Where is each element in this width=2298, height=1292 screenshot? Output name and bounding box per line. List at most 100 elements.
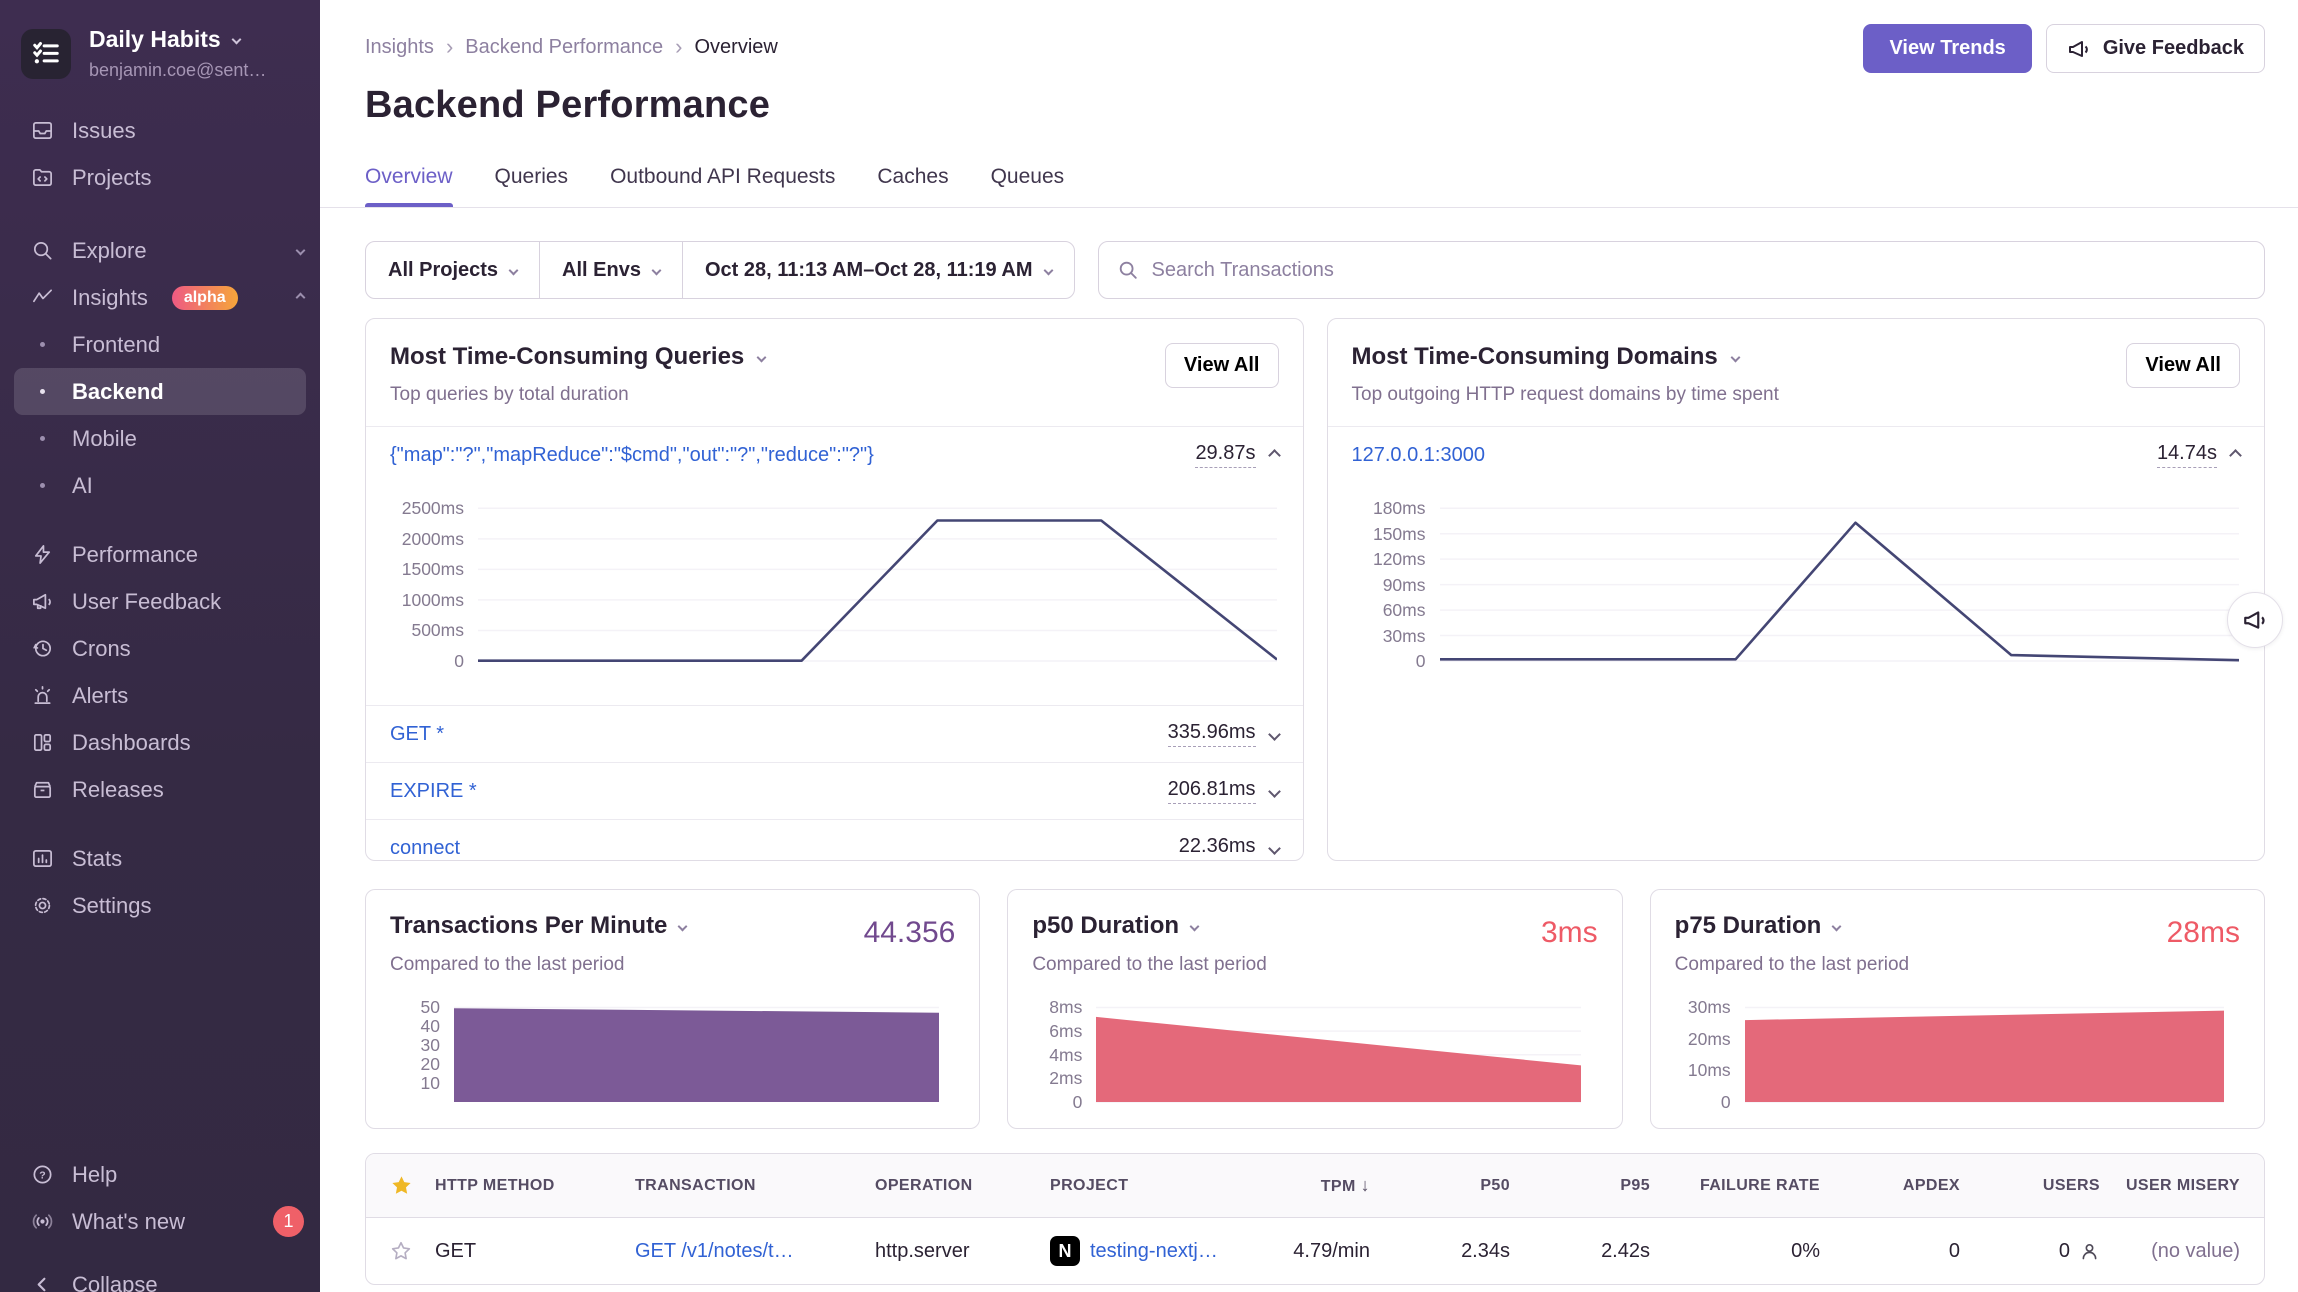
give-feedback-button[interactable]: Give Feedback: [2046, 24, 2265, 73]
axis-tick-label: 30ms: [1675, 996, 1731, 1018]
tab-queries[interactable]: Queries: [495, 165, 569, 207]
column-header-project[interactable]: PROJECT: [1050, 1177, 1240, 1195]
domains-view-all-button[interactable]: View All: [2126, 343, 2240, 388]
chevron-down-icon[interactable]: [1268, 842, 1281, 855]
sidebar-collapse-button[interactable]: Collapse: [0, 1261, 320, 1292]
column-header-failure-rate[interactable]: FAILURE RATE: [1650, 1177, 1820, 1195]
query-link[interactable]: EXPIRE *: [390, 780, 477, 803]
star-toggle[interactable]: [390, 1240, 435, 1262]
tab-queues[interactable]: Queues: [991, 165, 1065, 207]
chevron-down-icon[interactable]: [1268, 785, 1281, 798]
search-input[interactable]: [1152, 259, 2246, 282]
svg-text:?: ?: [39, 1169, 45, 1181]
gear-icon: [30, 894, 54, 918]
chevron-down-icon[interactable]: [1190, 921, 1200, 931]
sidebar-item-explore[interactable]: Explore: [0, 227, 320, 274]
bullet-icon: [30, 436, 54, 441]
sidebar-item-mobile[interactable]: Mobile: [0, 415, 320, 462]
sidebar-item-user-feedback[interactable]: User Feedback: [0, 578, 320, 625]
chevron-down-icon[interactable]: [757, 352, 767, 362]
tab-outbound-api-requests[interactable]: Outbound API Requests: [610, 165, 835, 207]
sidebar-item-projects[interactable]: Projects: [0, 154, 320, 201]
domain-duration: 14.74s: [2157, 442, 2217, 468]
org-avatar: [21, 29, 71, 79]
domain-link[interactable]: 127.0.0.1:3000: [1352, 444, 1485, 467]
column-header-p95[interactable]: P95: [1510, 1177, 1650, 1195]
chevron-down-icon[interactable]: [1268, 728, 1281, 741]
sort-descending-icon: ↓: [1361, 1175, 1370, 1195]
queries-panel-title: Most Time-Consuming Queries: [390, 343, 744, 371]
column-header-apdex[interactable]: APDEX: [1820, 1177, 1960, 1195]
sidebar-item-label: User Feedback: [72, 589, 221, 615]
domains-chart: 180ms150ms120ms90ms60ms30ms0: [1328, 483, 2265, 705]
sidebar-item-stats[interactable]: Stats: [0, 835, 320, 882]
p50-card-value: 3ms: [1541, 916, 1598, 950]
main-content: Insights › Backend Performance › Overvie…: [320, 0, 2298, 1292]
sidebar-item-crons[interactable]: Crons: [0, 625, 320, 672]
query-link[interactable]: GET *: [390, 723, 444, 746]
sidebar-item-whats-new[interactable]: What's new 1: [0, 1198, 320, 1245]
sidebar-item-alerts[interactable]: Alerts: [0, 672, 320, 719]
sidebar-item-ai[interactable]: AI: [0, 462, 320, 509]
sidebar-item-label: Collapse: [72, 1272, 158, 1292]
column-header-users[interactable]: USERS: [1960, 1177, 2100, 1195]
insights-icon: [30, 286, 54, 310]
query-duration: 22.36ms: [1179, 835, 1256, 861]
sidebar-item-label: Dashboards: [72, 730, 191, 756]
tpm-card-subtitle: Compared to the last period: [390, 954, 955, 976]
tab-overview[interactable]: Overview: [365, 165, 453, 207]
sidebar-item-issues[interactable]: Issues: [0, 107, 320, 154]
siren-icon: [30, 684, 54, 708]
clock-icon: [30, 637, 54, 661]
date-range-dropdown[interactable]: Oct 28, 11:13 AM–Oct 28, 11:19 AM: [682, 242, 1074, 298]
chevron-down-icon[interactable]: [1730, 352, 1740, 362]
p75-card-title: p75 Duration: [1675, 912, 1822, 940]
org-switcher[interactable]: Daily Habits benjamin.coe@sent…: [0, 0, 320, 81]
queries-panel: Most Time-Consuming Queries Top queries …: [365, 318, 1304, 861]
metric-cards: Transactions Per Minute 44.356 Compared …: [365, 889, 2265, 1129]
column-header-http-method[interactable]: HTTP METHOD: [435, 1177, 635, 1195]
tab-caches[interactable]: Caches: [877, 165, 948, 207]
query-link[interactable]: connect: [390, 837, 460, 860]
chevron-up-icon[interactable]: [2229, 449, 2242, 462]
chevron-down-icon[interactable]: [678, 921, 688, 931]
sidebar-item-dashboards[interactable]: Dashboards: [0, 719, 320, 766]
breadcrumb-insights[interactable]: Insights: [365, 36, 434, 59]
cell-transaction-link[interactable]: GET /v1/notes/t…: [635, 1240, 875, 1263]
query-row-expanded: {"map":"?","mapReduce":"$cmd","out":"?",…: [366, 426, 1303, 483]
sidebar-item-insights[interactable]: Insights alpha: [0, 274, 320, 321]
chevron-up-icon[interactable]: [1268, 449, 1281, 462]
axis-tick-label: 4ms: [1032, 1044, 1082, 1066]
issues-icon: [30, 119, 54, 143]
p50-card-subtitle: Compared to the last period: [1032, 954, 1597, 976]
column-header-transaction[interactable]: TRANSACTION: [635, 1177, 875, 1195]
query-link[interactable]: {"map":"?","mapReduce":"$cmd","out":"?",…: [390, 444, 874, 467]
view-trends-button[interactable]: View Trends: [1863, 24, 2031, 73]
breadcrumb-backend-performance[interactable]: Backend Performance: [465, 36, 663, 59]
search-icon: [1117, 259, 1139, 281]
axis-tick-label: 60ms: [1328, 599, 1426, 621]
column-header-user-misery[interactable]: USER MISERY: [2100, 1177, 2240, 1195]
megaphone-icon: [2067, 37, 2091, 61]
sidebar-item-settings[interactable]: Settings: [0, 882, 320, 929]
sidebar-item-releases[interactable]: Releases: [0, 766, 320, 813]
column-header-p50[interactable]: P50: [1370, 1177, 1510, 1195]
project-filter-dropdown[interactable]: All Projects: [366, 242, 539, 298]
chevron-down-icon[interactable]: [1832, 921, 1842, 931]
star-column-header[interactable]: [390, 1174, 435, 1197]
cell-project-link[interactable]: testing-nextj…: [1090, 1240, 1218, 1263]
queries-view-all-button[interactable]: View All: [1165, 343, 1279, 388]
chevron-down-icon: [509, 265, 519, 275]
sidebar-item-performance[interactable]: Performance: [0, 531, 320, 578]
environment-filter-dropdown[interactable]: All Envs: [539, 242, 682, 298]
column-header-operation[interactable]: OPERATION: [875, 1177, 1050, 1195]
cell-user-misery: (no value): [2100, 1240, 2240, 1263]
dashboards-icon: [30, 731, 54, 755]
sidebar-item-backend[interactable]: Backend: [14, 368, 306, 415]
sidebar-item-help[interactable]: ? Help: [0, 1151, 320, 1198]
header-actions: View Trends Give Feedback: [1863, 24, 2265, 73]
sidebar-item-frontend[interactable]: Frontend: [0, 321, 320, 368]
column-header-tpm[interactable]: TPM ↓: [1240, 1175, 1370, 1196]
floating-feedback-button[interactable]: [2227, 592, 2283, 648]
sidebar-item-label: Help: [72, 1162, 117, 1188]
